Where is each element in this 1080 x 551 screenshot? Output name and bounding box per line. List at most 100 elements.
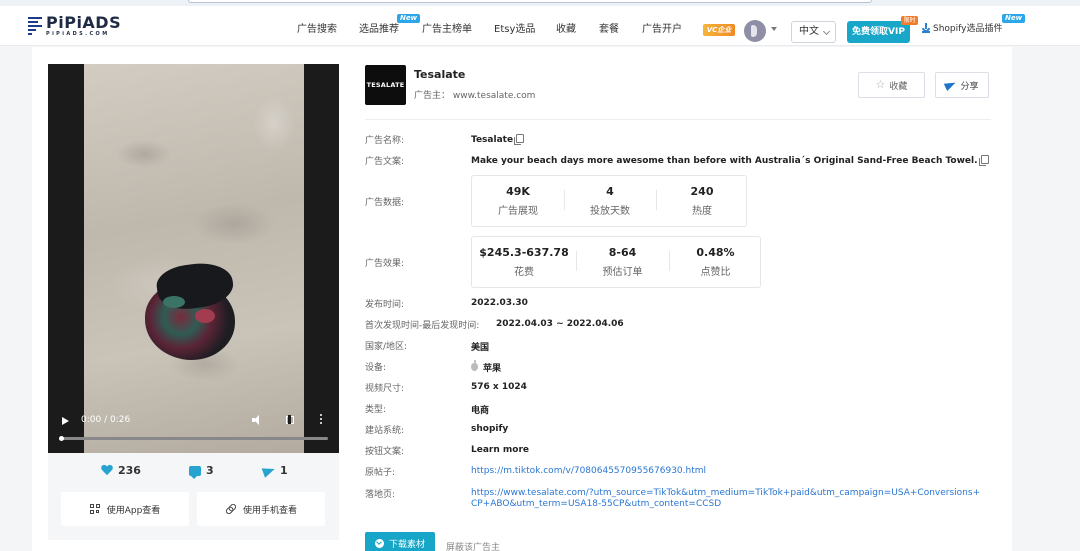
likes-count: 236 [118, 464, 141, 477]
days-label: 投放天数 [590, 206, 630, 217]
cta-value: Learn more [471, 445, 529, 455]
volume-icon[interactable] [252, 415, 264, 425]
landing-url-link[interactable]: https://www.tesalate.com/?utm_source=Tik… [471, 488, 980, 498]
spend-cell: $245.3-637.78 花费 [472, 237, 576, 287]
copy-icon[interactable] [514, 134, 525, 145]
video-controls: 0:00 / 0:26 [48, 408, 339, 453]
video-player[interactable] [48, 64, 339, 453]
platform-label: 建站系统: [365, 426, 405, 436]
post-label: 原帖子: [365, 468, 396, 478]
device-label: 设备: [365, 363, 387, 373]
publish-value: 2022.03.30 [471, 298, 528, 308]
send-icon [945, 81, 956, 90]
ad-copy-label: 广告文案: [365, 157, 405, 167]
comments-count: 3 [206, 464, 214, 477]
video-progress-bar[interactable] [59, 436, 328, 441]
nav-ad-search[interactable]: 广告搜索 [297, 20, 337, 35]
comments-stat: 3 [189, 464, 214, 479]
landing-label: 落地页: [365, 490, 396, 500]
copy-icon[interactable] [978, 155, 989, 166]
video-size-label: 视频尺寸: [365, 384, 405, 394]
plugin-new-badge: New [1002, 14, 1026, 23]
ad-name-text: Tesalate [471, 135, 514, 145]
share-icon [263, 466, 275, 476]
orders-label: 预估订单 [602, 267, 643, 278]
more-options-icon[interactable] [320, 414, 323, 425]
view-in-app-button[interactable]: 使用App查看 [61, 492, 189, 526]
logo-text: PiPiADS [46, 13, 122, 32]
pipiads-logo[interactable]: PiPiADS PiPiADS.COM [27, 15, 121, 38]
days-value: 4 [606, 185, 614, 198]
landing-url-link-cont[interactable]: CP+ABO&utm_term=USA18-55CP&utm_content=C… [471, 499, 721, 509]
heat-label: 热度 [692, 206, 712, 217]
heart-icon [101, 465, 113, 476]
shopify-plugin-link[interactable]: Shopify选品插件 [922, 21, 1002, 34]
orders-cell: 8-64 预估订单 [576, 237, 669, 287]
ad-name-value: Tesalate [471, 134, 525, 145]
progress-handle[interactable] [59, 436, 64, 441]
video-size-value: 576 x 1024 [471, 382, 527, 392]
block-advertiser-link[interactable]: 屏蔽该广告主 [446, 540, 500, 551]
new-badge: New [397, 14, 421, 23]
chevron-down-icon[interactable] [771, 27, 777, 31]
apple-icon [471, 360, 478, 371]
ad-effect-label: 广告效果: [365, 259, 405, 269]
video-subject [145, 258, 239, 364]
comment-icon [189, 465, 201, 479]
nav-favorites[interactable]: 收藏 [556, 20, 576, 35]
divider [365, 119, 991, 120]
impressions-cell: 49K 广告展现 [472, 176, 564, 226]
device-value: 苹果 [471, 360, 502, 374]
heat-cell: 240 热度 [656, 176, 748, 226]
device-text: 苹果 [483, 364, 502, 374]
plugin-label: Shopify选品插件 [933, 24, 1003, 34]
advertiser-site-link[interactable]: www.tesalate.com [453, 91, 536, 101]
advertiser-name[interactable]: Tesalate [414, 68, 465, 81]
link-icon [224, 502, 238, 516]
heat-value: 240 [690, 185, 714, 198]
video-time: 0:00 / 0:26 [81, 415, 131, 425]
play-icon[interactable] [62, 417, 69, 425]
view-in-app-label: 使用App查看 [106, 505, 161, 516]
view-on-phone-button[interactable]: 使用手机查看 [197, 492, 325, 526]
share-label: 分享 [960, 81, 979, 92]
star-icon: ☆ [875, 78, 886, 91]
nav-etsy[interactable]: Etsy选品 [494, 20, 535, 35]
fullscreen-icon[interactable] [286, 415, 294, 424]
like-ratio-cell: 0.48% 点赞比 [669, 237, 762, 287]
ad-data-box: 49K 广告展现 4 投放天数 240 热度 [471, 175, 747, 227]
type-value: 电商 [471, 406, 490, 416]
ad-copy-value: Make your beach days more awesome than b… [471, 155, 989, 166]
video-frame [84, 64, 304, 453]
impressions-label: 广告展现 [498, 206, 538, 217]
avatar[interactable] [744, 20, 766, 42]
shares-count: 1 [280, 464, 288, 477]
engagement-stats: 236 3 1 [48, 460, 339, 484]
download-icon [922, 22, 930, 33]
nav-product-recommend[interactable]: 选品推荐 [359, 20, 399, 35]
download-label: 下载素材 [388, 540, 425, 550]
limited-badge: 限时 [901, 16, 918, 25]
country-value: 美国 [471, 343, 490, 353]
nav-ad-account[interactable]: 广告开户 [642, 20, 682, 35]
ad-copy-text: Make your beach days more awesome than b… [471, 156, 978, 166]
ad-effect-box: $245.3-637.78 花费 8-64 预估订单 0.48% 点赞比 [471, 236, 761, 288]
favorite-button[interactable]: ☆ 收藏 [858, 72, 925, 98]
nav-advertiser-ranking[interactable]: 广告主榜单 [422, 20, 472, 35]
publish-label: 发布时间: [365, 300, 405, 310]
like-ratio-value: 0.48% [696, 246, 735, 259]
post-url-link[interactable]: https://m.tiktok.com/v/70806455709556769… [471, 466, 706, 476]
vip-enterprise-logo[interactable]: VC企业 [703, 24, 735, 36]
like-ratio-label: 点赞比 [700, 267, 731, 278]
nav-plans[interactable]: 套餐 [599, 20, 619, 35]
language-select[interactable]: 中文 [791, 21, 836, 43]
impressions-value: 49K [506, 185, 530, 198]
orders-value: 8-64 [608, 246, 637, 259]
share-button[interactable]: 分享 [935, 72, 989, 98]
logo-mark-icon [27, 15, 43, 37]
advertiser-label: 广告主： [414, 91, 451, 101]
download-material-button[interactable]: 下载素材 [365, 532, 435, 551]
favorite-label: 收藏 [889, 81, 908, 92]
platform-value: shopify [471, 424, 509, 434]
advertiser-logo: TESALATE [365, 65, 406, 105]
